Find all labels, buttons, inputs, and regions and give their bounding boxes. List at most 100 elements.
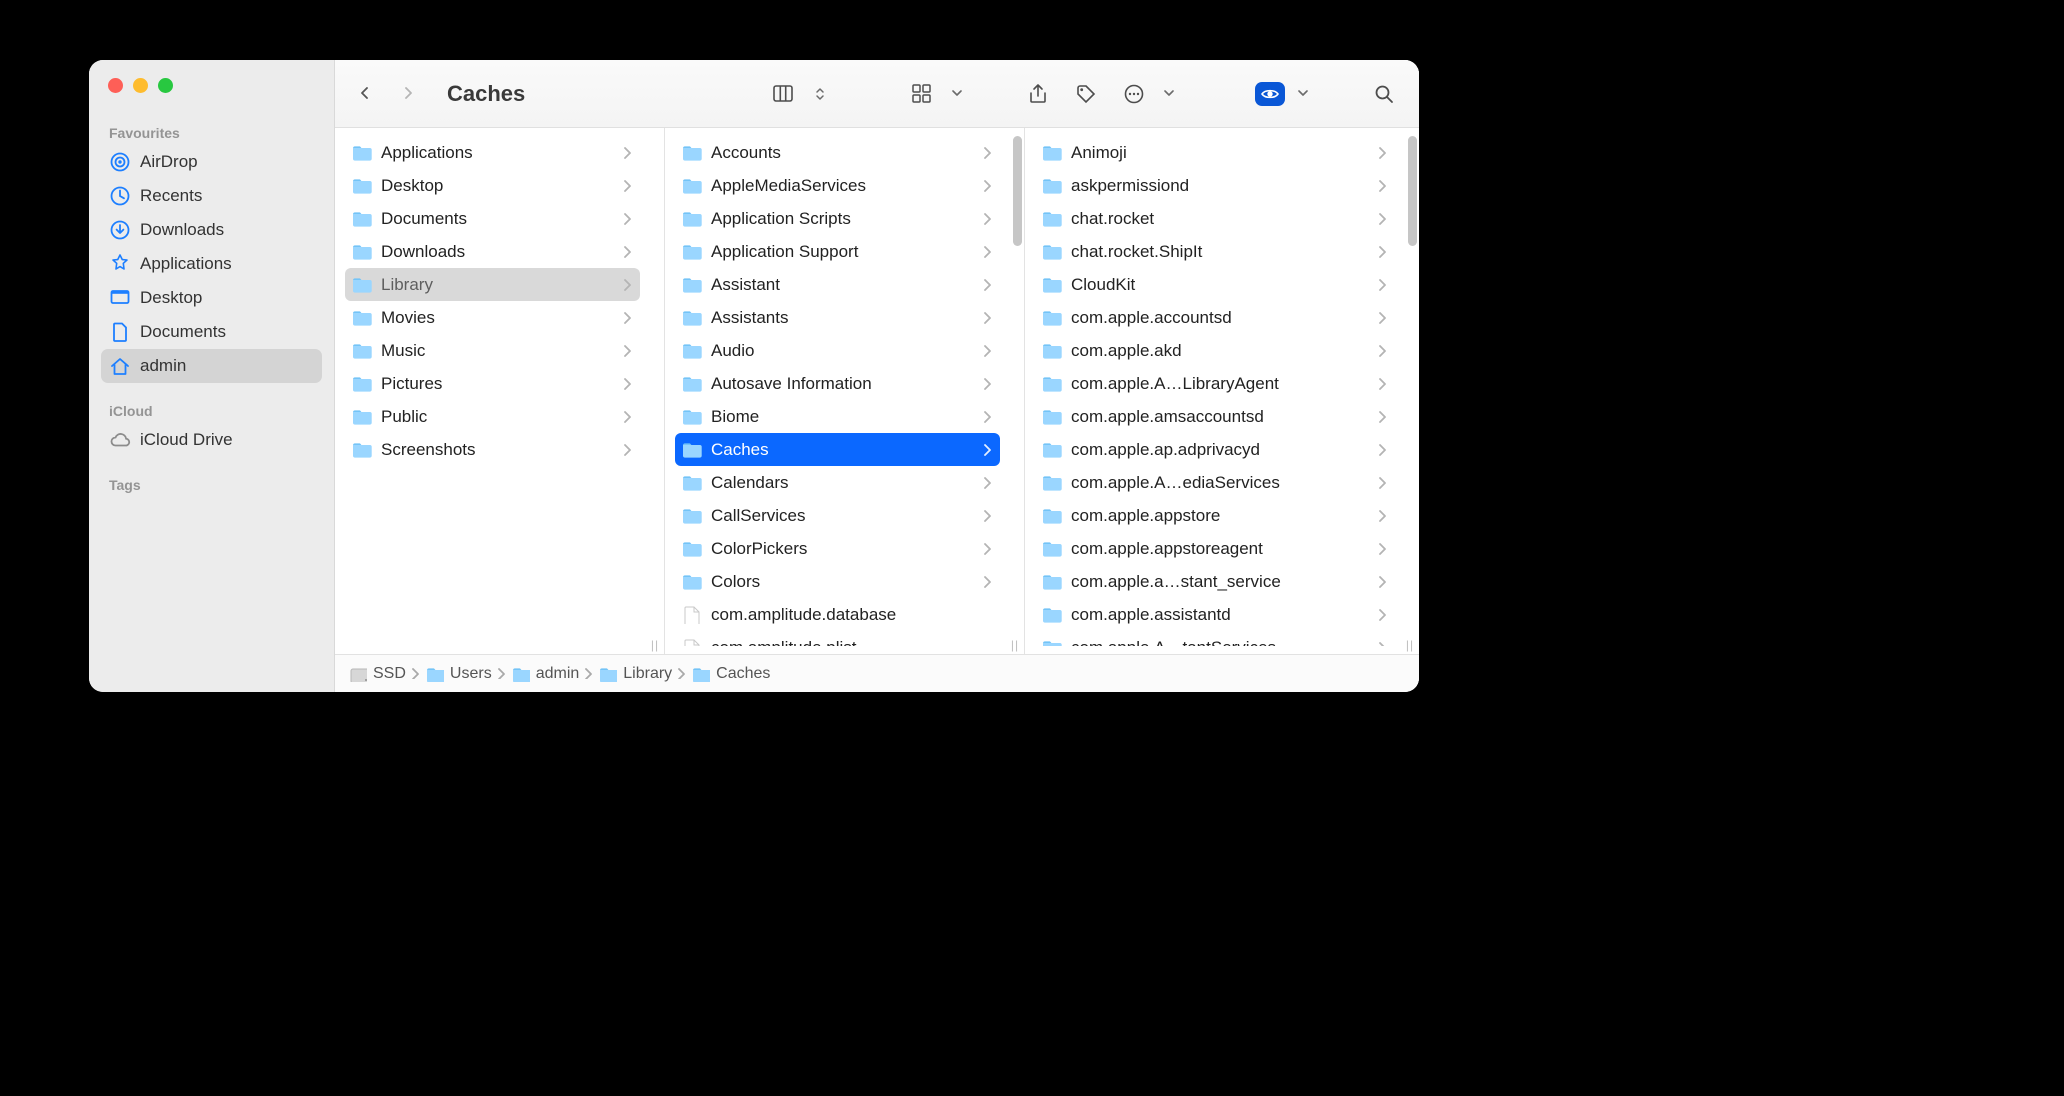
- item-name: Audio: [711, 341, 976, 361]
- path-bar: SSD Users admin Library Caches: [335, 654, 1419, 692]
- folder-row[interactable]: com.apple.accountsd: [1035, 301, 1395, 334]
- folder-row[interactable]: Public: [345, 400, 640, 433]
- folder-row[interactable]: chat.rocket.ShipIt: [1035, 235, 1395, 268]
- folder-row[interactable]: Colors: [675, 565, 1000, 598]
- actions-menu-button[interactable]: [1117, 80, 1187, 108]
- sidebar-item-airdrop[interactable]: AirDrop: [101, 145, 322, 179]
- folder-row[interactable]: Library: [345, 268, 640, 301]
- path-segment[interactable]: admin: [512, 665, 580, 683]
- folder-row[interactable]: Documents: [345, 202, 640, 235]
- group-by-control[interactable]: [905, 80, 975, 108]
- path-segment-label: Users: [450, 665, 492, 683]
- sidebar-item-admin[interactable]: admin: [101, 349, 322, 383]
- search-button[interactable]: [1367, 80, 1401, 108]
- folder-row[interactable]: Movies: [345, 301, 640, 334]
- chevron-right-icon: [624, 279, 632, 291]
- folder-row[interactable]: com.apple.ap.adprivacyd: [1035, 433, 1395, 466]
- folder-icon: [1041, 638, 1063, 647]
- apps-icon: [109, 253, 131, 275]
- folder-row[interactable]: com.apple.akd: [1035, 334, 1395, 367]
- view-mode-control[interactable]: [767, 80, 837, 108]
- file-row[interactable]: com.amplitude.plist: [675, 631, 1000, 646]
- path-segment[interactable]: Library: [599, 665, 672, 683]
- column-resize-handle[interactable]: ||: [1404, 638, 1416, 652]
- folder-row[interactable]: Downloads: [345, 235, 640, 268]
- tags-button[interactable]: [1069, 80, 1103, 108]
- chevron-right-icon: [984, 147, 992, 159]
- vertical-scrollbar[interactable]: [1408, 136, 1417, 246]
- sidebar-item-label: Documents: [140, 322, 226, 342]
- folder-icon: [351, 440, 373, 460]
- folder-row[interactable]: com.apple.assistantd: [1035, 598, 1395, 631]
- folder-row[interactable]: com.apple.A…LibraryAgent: [1035, 367, 1395, 400]
- item-name: chat.rocket.ShipIt: [1071, 242, 1371, 262]
- folder-row[interactable]: Calendars: [675, 466, 1000, 499]
- path-segment[interactable]: SSD: [349, 665, 406, 683]
- folder-row[interactable]: Animoji: [1035, 136, 1395, 169]
- preview-toggle[interactable]: [1255, 80, 1321, 108]
- folder-row[interactable]: AppleMediaServices: [675, 169, 1000, 202]
- sidebar-item-recents[interactable]: Recents: [101, 179, 322, 213]
- columns-view-icon: [767, 80, 801, 108]
- path-segment[interactable]: Users: [426, 665, 492, 683]
- sidebar-item-documents[interactable]: Documents: [101, 315, 322, 349]
- share-button[interactable]: [1021, 80, 1055, 108]
- folder-row[interactable]: com.apple.appstoreagent: [1035, 532, 1395, 565]
- sidebar-section-label: Tags: [101, 473, 322, 497]
- folder-row[interactable]: Caches: [675, 433, 1000, 466]
- folder-row[interactable]: askpermissiond: [1035, 169, 1395, 202]
- folder-row[interactable]: Assistants: [675, 301, 1000, 334]
- close-window-button[interactable]: [108, 78, 123, 93]
- folder-icon: [351, 407, 373, 427]
- chevron-right-icon: [984, 378, 992, 390]
- item-name: ColorPickers: [711, 539, 976, 559]
- finder-window: FavouritesAirDropRecentsDownloadsApplica…: [89, 60, 1419, 692]
- folder-row[interactable]: Pictures: [345, 367, 640, 400]
- zoom-window-button[interactable]: [158, 78, 173, 93]
- path-segment-label: SSD: [373, 665, 406, 683]
- minimize-window-button[interactable]: [133, 78, 148, 93]
- sidebar-item-applications[interactable]: Applications: [101, 247, 322, 281]
- folder-row[interactable]: CallServices: [675, 499, 1000, 532]
- path-segment[interactable]: Caches: [692, 665, 770, 683]
- file-row[interactable]: com.amplitude.database: [675, 598, 1000, 631]
- folder-row[interactable]: Application Scripts: [675, 202, 1000, 235]
- item-name: Colors: [711, 572, 976, 592]
- folder-row[interactable]: Application Support: [675, 235, 1000, 268]
- folder-row[interactable]: ColorPickers: [675, 532, 1000, 565]
- column-resize-handle[interactable]: ||: [649, 638, 661, 652]
- folder-row[interactable]: Applications: [345, 136, 640, 169]
- folder-row[interactable]: com.apple.A…ediaServices: [1035, 466, 1395, 499]
- folder-icon: [681, 539, 703, 559]
- sidebar-item-desktop[interactable]: Desktop: [101, 281, 322, 315]
- vertical-scrollbar[interactable]: [1013, 136, 1022, 246]
- item-name: com.apple.assistantd: [1071, 605, 1371, 625]
- folder-row[interactable]: Music: [345, 334, 640, 367]
- folder-icon: [681, 572, 703, 592]
- folder-row[interactable]: Desktop: [345, 169, 640, 202]
- sidebar-item-icloud-drive[interactable]: iCloud Drive: [101, 423, 322, 457]
- column-resize-handle[interactable]: ||: [1009, 638, 1021, 652]
- forward-button[interactable]: [397, 79, 427, 109]
- folder-row[interactable]: com.apple.appstore: [1035, 499, 1395, 532]
- folder-row[interactable]: Accounts: [675, 136, 1000, 169]
- sidebar-item-downloads[interactable]: Downloads: [101, 213, 322, 247]
- eye-icon: [1255, 82, 1285, 106]
- folder-row[interactable]: com.apple.a…stant_service: [1035, 565, 1395, 598]
- chevron-right-icon: [1379, 279, 1387, 291]
- folder-icon: [1041, 407, 1063, 427]
- folder-row[interactable]: chat.rocket: [1035, 202, 1395, 235]
- folder-row[interactable]: Autosave Information: [675, 367, 1000, 400]
- folder-row[interactable]: Assistant: [675, 268, 1000, 301]
- folder-row[interactable]: CloudKit: [1035, 268, 1395, 301]
- folder-row[interactable]: com.apple.amsaccountsd: [1035, 400, 1395, 433]
- folder-icon: [681, 176, 703, 196]
- folder-row[interactable]: Audio: [675, 334, 1000, 367]
- back-button[interactable]: [353, 79, 383, 109]
- item-name: Animoji: [1071, 143, 1371, 163]
- folder-row[interactable]: Biome: [675, 400, 1000, 433]
- folder-row[interactable]: com.apple.A…tantServices: [1035, 631, 1395, 646]
- item-name: Biome: [711, 407, 976, 427]
- folder-row[interactable]: Screenshots: [345, 433, 640, 466]
- sidebar-item-label: Downloads: [140, 220, 224, 240]
